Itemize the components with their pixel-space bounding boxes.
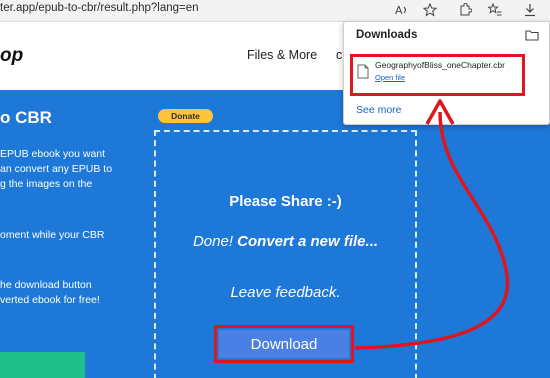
sidebar-text-line: verted ebook for free! (0, 294, 100, 306)
read-aloud-icon[interactable]: A (392, 0, 412, 20)
share-heading: Please Share :-) (229, 193, 342, 210)
download-file-name[interactable]: GeographyofBliss_oneChapter.cbr (375, 60, 505, 70)
downloads-icon[interactable] (520, 0, 540, 20)
downloads-title: Downloads (356, 29, 418, 41)
done-label: Done! (192, 233, 233, 250)
sidebar-text-line: g the images on the (0, 178, 93, 190)
sidebar-text-line: EPUB ebook you want (0, 148, 106, 160)
favorite-icon[interactable] (420, 0, 440, 20)
extensions-icon[interactable] (455, 0, 475, 20)
nav-files-more[interactable]: Files & More (247, 48, 317, 62)
open-file-link[interactable]: Open file (375, 73, 405, 82)
svg-text:A: A (395, 4, 403, 17)
folder-icon[interactable] (524, 27, 540, 43)
address-bar[interactable]: ter.app/epub-to-cbr/result.php?lang=en A (0, 0, 550, 22)
site-logo[interactable]: op (0, 45, 23, 67)
sidebar-title: o CBR (0, 108, 52, 127)
sidebar-text-line: he download button (0, 279, 92, 291)
sidebar-action-button[interactable] (0, 352, 85, 378)
sidebar-text-line: oment while your CBR (0, 229, 105, 241)
done-message: Done! Convert a new file... (154, 233, 417, 250)
file-icon (357, 64, 369, 79)
leave-feedback-link[interactable]: Leave feedback. (154, 284, 417, 301)
convert-new-file-link[interactable]: Convert a new file... (237, 233, 378, 250)
nav-item-partial[interactable]: c (336, 48, 342, 62)
donate-button[interactable]: Donate (158, 109, 213, 123)
sidebar-text-line: an convert any EPUB to (0, 163, 113, 175)
download-button[interactable]: Download (219, 330, 349, 358)
see-more-link[interactable]: See more (356, 104, 402, 116)
url-text[interactable]: ter.app/epub-to-cbr/result.php?lang=en (0, 2, 199, 14)
favorites-list-icon[interactable] (485, 0, 505, 20)
